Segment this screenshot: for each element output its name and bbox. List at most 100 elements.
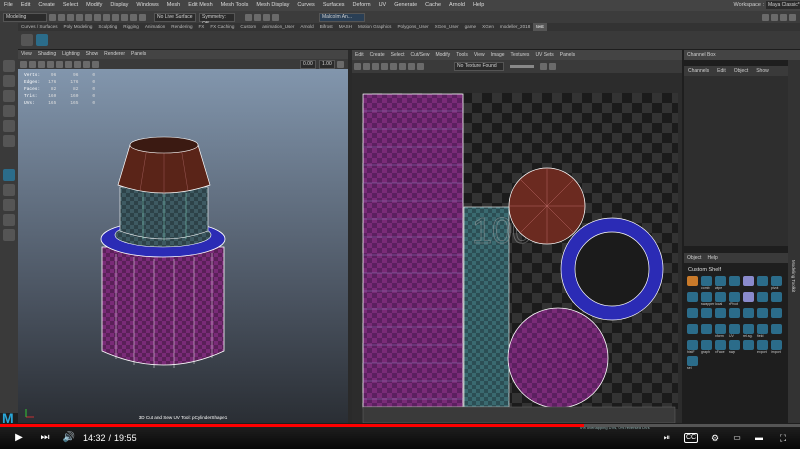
menu-display[interactable]: Display — [106, 0, 132, 11]
gamma-field[interactable]: 1.00 — [319, 59, 335, 69]
custom-shelf-menu-object[interactable]: Object — [684, 253, 704, 263]
menu-arnold[interactable]: Arnold — [445, 0, 469, 11]
layout-two-icon[interactable] — [3, 214, 15, 226]
custom-shelf-button[interactable]: sel — [687, 356, 699, 370]
select-hierarchy-icon[interactable] — [94, 13, 101, 21]
custom-shelf-button[interactable] — [715, 308, 727, 322]
shelf-tab-poly-modeling[interactable]: Poly Modeling — [61, 23, 96, 31]
channel-box-menu-object[interactable]: Object — [730, 66, 752, 76]
custom-shelf-button[interactable] — [771, 324, 783, 338]
new-scene-icon[interactable] — [49, 13, 56, 21]
custom-shelf-button[interactable] — [757, 276, 769, 290]
uv-grid-icon[interactable] — [372, 63, 379, 70]
menu-modify[interactable]: Modify — [82, 0, 106, 11]
uv-menu-image[interactable]: Image — [488, 50, 508, 60]
shelf-tab-test[interactable]: test — [533, 23, 547, 31]
menu-mesh[interactable]: Mesh — [163, 0, 184, 11]
shelf-tab-motion-graphics[interactable]: Motion Graphics — [355, 23, 394, 31]
custom-shelf-button[interactable] — [701, 308, 713, 322]
shelf-tab-game[interactable]: game — [462, 23, 480, 31]
shelf-tab-xgen-user[interactable]: XGen_User — [432, 23, 462, 31]
3d-viewport[interactable]: Verts: 96 96 0 Edges: 176 176 0 Faces: 82 82 0 Tris:… — [18, 69, 348, 423]
lasso-tool-icon[interactable] — [3, 75, 15, 87]
wireframe-icon[interactable] — [38, 60, 45, 68]
custom-shelf-button[interactable] — [743, 276, 755, 290]
uv-menu-select[interactable]: Select — [388, 50, 408, 60]
custom-shelf-button[interactable] — [687, 292, 699, 306]
undo-icon[interactable] — [76, 13, 83, 21]
render-icon[interactable] — [245, 13, 252, 21]
shelf-tab-modeller-2018[interactable]: modeller_2018 — [497, 23, 533, 31]
shelf-tab-fx[interactable]: FX — [196, 23, 208, 31]
uv-display-icon[interactable] — [540, 63, 547, 70]
user-account[interactable]: Malcolm An... — [319, 12, 365, 22]
camera-icon[interactable] — [20, 60, 27, 68]
shelf-tab-rendering[interactable]: Rendering — [168, 23, 195, 31]
toggle-panel-icon[interactable] — [762, 13, 769, 21]
custom-shelf-button[interactable]: rPivot — [729, 292, 741, 306]
redo-icon[interactable] — [85, 13, 92, 21]
shelf-tab-bifrost[interactable]: Bifrost — [317, 23, 336, 31]
mode-dropdown[interactable]: Modeling — [3, 12, 47, 22]
custom-shelf-button[interactable]: histF — [687, 340, 699, 354]
uv-snapshot-icon[interactable] — [417, 63, 424, 70]
snap-grid-icon[interactable] — [121, 13, 128, 21]
uv-shaded-icon[interactable] — [381, 63, 388, 70]
fullscreen-icon[interactable]: ⛶ — [776, 432, 790, 444]
rotate-tool-icon[interactable] — [3, 120, 15, 132]
custom-shelf-button[interactable]: export — [757, 340, 769, 354]
save-scene-icon[interactable] — [67, 13, 74, 21]
shelf-tab-fx-caching[interactable]: FX Caching — [207, 23, 237, 31]
uv-shells[interactable]: 1001 — [352, 73, 682, 423]
select-object-icon[interactable] — [103, 13, 110, 21]
viewport-menu-show[interactable]: Show — [83, 50, 102, 59]
custom-shelf-button[interactable]: import — [771, 340, 783, 354]
menu-surfaces[interactable]: Surfaces — [319, 0, 349, 11]
isolate-icon[interactable] — [92, 60, 99, 68]
custom-shelf-button[interactable] — [743, 292, 755, 306]
custom-shelf-button[interactable] — [771, 308, 783, 322]
channel-box-icon[interactable] — [789, 13, 796, 21]
snap-point-icon[interactable] — [139, 13, 146, 21]
uv-editor-view[interactable]: 1001 — [352, 73, 682, 423]
hypershade-icon[interactable] — [272, 13, 279, 21]
menu-create[interactable]: Create — [34, 0, 59, 11]
menu-select[interactable]: Select — [59, 0, 82, 11]
uv-menu-tools[interactable]: Tools — [453, 50, 471, 60]
scale-tool-icon[interactable] — [3, 135, 15, 147]
shelf-script-icon[interactable] — [36, 34, 48, 46]
shelf-tab-xgen[interactable]: XGen — [479, 23, 497, 31]
custom-shelf-button[interactable] — [771, 292, 783, 306]
viewport-menu-view[interactable]: View — [18, 50, 35, 59]
channel-box-menu-show[interactable]: Show — [752, 66, 773, 76]
color-management-icon[interactable] — [337, 60, 344, 68]
menu-edit[interactable]: Edit — [17, 0, 34, 11]
custom-shelf-button[interactable] — [743, 340, 755, 354]
layout-four-icon[interactable] — [3, 199, 15, 211]
move-tool-icon[interactable] — [3, 105, 15, 117]
exposure-slider[interactable] — [510, 65, 534, 68]
shadows-icon[interactable] — [74, 60, 81, 68]
select-tool-icon[interactable] — [3, 60, 15, 72]
menu-edit-mesh[interactable]: Edit Mesh — [184, 0, 216, 11]
custom-shelf-button[interactable]: wipe — [715, 276, 727, 290]
snap-curve-icon[interactable] — [130, 13, 137, 21]
custom-shelf-button[interactable]: rel.sg. — [743, 324, 755, 338]
cut-sew-tool-icon[interactable] — [21, 34, 33, 46]
uv-menu-cut-sew[interactable]: Cut/Sew — [408, 50, 433, 60]
uv-menu-view[interactable]: View — [471, 50, 488, 60]
uv-menu-uv-sets[interactable]: UV Sets — [532, 50, 556, 60]
autoplay-icon[interactable]: ⏯ — [660, 432, 674, 444]
next-icon[interactable]: ⏭ — [38, 432, 52, 444]
theater-icon[interactable]: ▬ — [752, 432, 766, 444]
custom-shelf-button[interactable] — [743, 308, 755, 322]
uv-move-icon[interactable] — [363, 63, 370, 70]
shelf-tab-polygons-user[interactable]: Polygons_User — [394, 23, 431, 31]
tool-settings-icon[interactable] — [780, 13, 787, 21]
shelf-tab-custom[interactable]: Custom — [237, 23, 259, 31]
custom-shelf-button[interactable]: comb — [701, 276, 713, 290]
uv-tool-icon[interactable] — [3, 169, 15, 181]
custom-shelf-button[interactable]: UV — [729, 324, 741, 338]
uv-filter-icon[interactable] — [408, 63, 415, 70]
menu-curves[interactable]: Curves — [293, 0, 318, 11]
